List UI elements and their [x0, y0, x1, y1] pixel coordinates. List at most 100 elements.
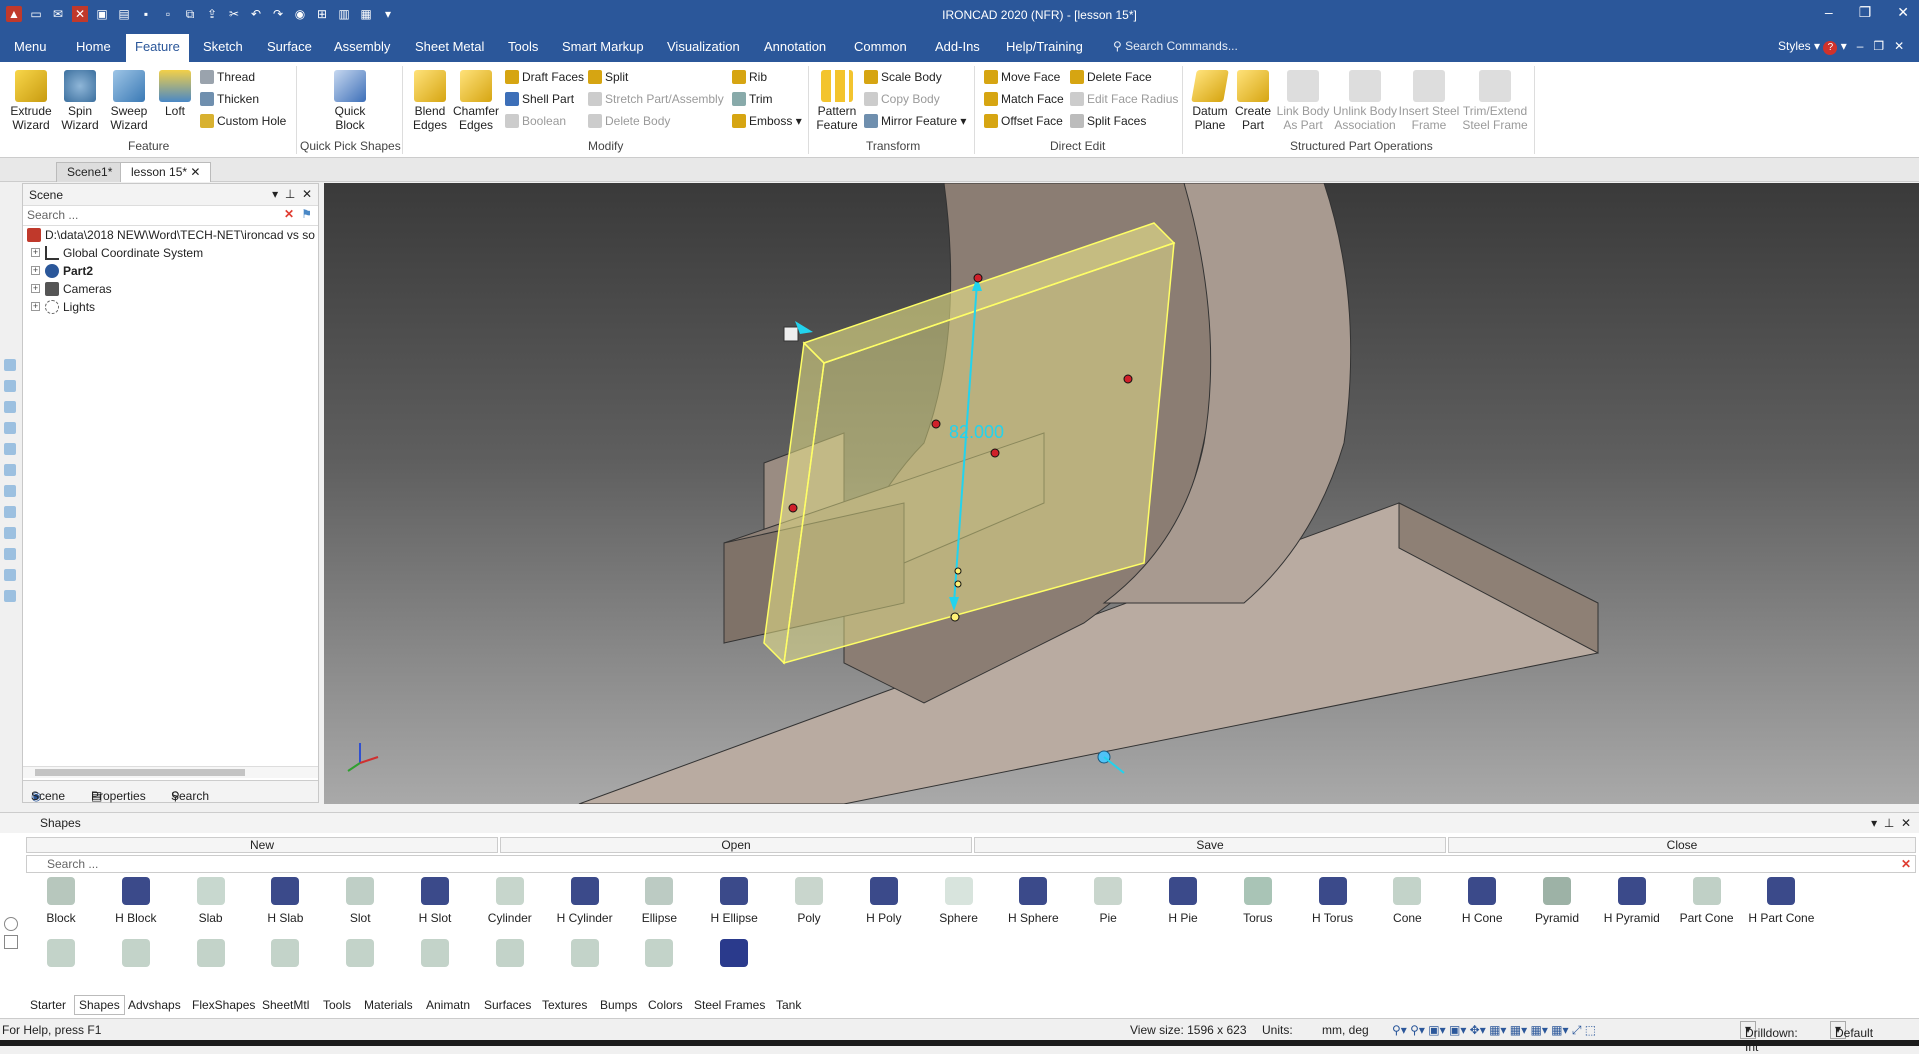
- tool-icon[interactable]: [4, 590, 16, 602]
- tab-annotation[interactable]: Annotation: [764, 39, 826, 54]
- expand-icon[interactable]: +: [31, 266, 40, 275]
- clear-catalog-search-icon[interactable]: ✕: [1901, 857, 1911, 871]
- shell-part-button[interactable]: Shell Part: [505, 92, 574, 106]
- dimension-value[interactable]: 82.000: [949, 422, 1004, 442]
- tool-icon[interactable]: [4, 506, 16, 518]
- thread-button[interactable]: Thread: [200, 70, 255, 84]
- handle-middle[interactable]: [931, 419, 941, 429]
- shape-item[interactable]: Cone: [1372, 877, 1442, 925]
- handle-top[interactable]: [973, 273, 983, 283]
- tab-sheet-metal[interactable]: Sheet Metal: [415, 39, 484, 54]
- expand-icon[interactable]: +: [31, 284, 40, 293]
- shape-item[interactable]: [176, 939, 246, 973]
- default-select[interactable]: Default ▾: [1830, 1021, 1873, 1040]
- rib-button[interactable]: Rib: [732, 70, 767, 84]
- tree-root[interactable]: D:\data\2018 NEW\Word\TECH-NET\ironcad v…: [23, 226, 318, 244]
- shape-item[interactable]: [475, 939, 545, 973]
- draft-faces-button[interactable]: Draft Faces: [505, 70, 584, 84]
- mirror-feature-button[interactable]: Mirror Feature ▾: [864, 114, 966, 128]
- rotate-icon[interactable]: [4, 917, 18, 931]
- shape-item[interactable]: H Cylinder: [550, 877, 620, 925]
- expand-icon[interactable]: +: [31, 248, 40, 257]
- shape-item[interactable]: H Pie: [1148, 877, 1218, 925]
- custom-hole-button[interactable]: Custom Hole: [200, 114, 286, 128]
- shape-item[interactable]: Pie: [1073, 877, 1143, 925]
- drilldown-select[interactable]: Drilldown: Int ▾: [1740, 1021, 1798, 1054]
- tab-smart-markup[interactable]: Smart Markup: [562, 39, 644, 54]
- restore-icon[interactable]: ❐: [1859, 4, 1872, 21]
- tool-icon[interactable]: [4, 359, 16, 371]
- sweep-wizard-button[interactable]: Sweep Wizard: [104, 70, 154, 132]
- handle-bottom-2[interactable]: [954, 580, 962, 588]
- tab-home[interactable]: Home: [76, 39, 111, 54]
- thicken-button[interactable]: Thicken: [200, 92, 259, 106]
- units-value[interactable]: mm, deg: [1322, 1023, 1369, 1037]
- extrude-wizard-button[interactable]: Extrude Wizard: [6, 70, 56, 132]
- shape-item[interactable]: Slab: [176, 877, 246, 925]
- shape-item[interactable]: [624, 939, 694, 973]
- tree-item-global-coordinate-system[interactable]: + Global Coordinate System: [23, 244, 318, 262]
- clear-search-icon[interactable]: ✕: [284, 207, 294, 221]
- tab-sketch[interactable]: Sketch: [203, 39, 243, 54]
- catalog-search-input[interactable]: Search ... ✕: [26, 855, 1916, 873]
- shape-item[interactable]: H Poly: [849, 877, 919, 925]
- tree-item-part2[interactable]: + Part2: [23, 262, 318, 280]
- shape-item[interactable]: H Block: [101, 877, 171, 925]
- tool-icon[interactable]: [4, 464, 16, 476]
- new-catalog-button[interactable]: New: [26, 837, 498, 853]
- pattern-feature-button[interactable]: Pattern Feature: [812, 70, 862, 132]
- tab-help-training[interactable]: Help/Training: [1006, 39, 1083, 54]
- catalog-panel-controls[interactable]: ▾ ⊥ ✕: [1871, 816, 1911, 830]
- lib-tab-tools[interactable]: Tools: [323, 998, 351, 1012]
- delete-face-button[interactable]: Delete Face: [1070, 70, 1152, 84]
- close-tab-icon[interactable]: ✕: [190, 165, 200, 179]
- filter-icon[interactable]: ⚑: [301, 207, 312, 221]
- lib-tab-colors[interactable]: Colors: [648, 998, 683, 1012]
- view-tools[interactable]: ⚲▾ ⚲▾ ▣▾ ▣▾ ✥▾ ▦▾ ▦▾ ▦▾ ▦▾ ⤢ ⬚: [1392, 1023, 1596, 1038]
- handle-bottom-3[interactable]: [950, 612, 960, 622]
- tool-icon[interactable]: [4, 548, 16, 560]
- lib-tab-sheetmtl[interactable]: SheetMtl: [262, 998, 309, 1012]
- light-widget-icon[interactable]: [1097, 750, 1125, 774]
- move-face-button[interactable]: Move Face: [984, 70, 1060, 84]
- tool-icon[interactable]: [4, 422, 16, 434]
- shape-item[interactable]: [26, 939, 96, 973]
- handle-left[interactable]: [788, 503, 798, 513]
- lib-tab-textures[interactable]: Textures: [542, 998, 587, 1012]
- offset-face-button[interactable]: Offset Face: [984, 114, 1063, 128]
- shape-item[interactable]: H Torus: [1298, 877, 1368, 925]
- spin-wizard-button[interactable]: Spin Wizard: [56, 70, 104, 132]
- shape-item[interactable]: H Slab: [250, 877, 320, 925]
- datum-plane-button[interactable]: Datum Plane: [1188, 70, 1232, 132]
- shape-item[interactable]: H Ellipse: [699, 877, 769, 925]
- close-window-icon[interactable]: ✕: [1897, 4, 1909, 21]
- quick-block-button[interactable]: Quick Block: [322, 70, 378, 132]
- scrollbar-thumb[interactable]: [35, 769, 245, 776]
- trim-button[interactable]: Trim: [732, 92, 773, 106]
- pen-icon[interactable]: [4, 935, 18, 949]
- handle-bottom-1[interactable]: [954, 567, 962, 575]
- horizontal-scrollbar[interactable]: [23, 766, 318, 778]
- shape-item[interactable]: [400, 939, 470, 973]
- lib-tab-bumps[interactable]: Bumps: [600, 998, 637, 1012]
- emboss-button[interactable]: Emboss ▾: [732, 114, 802, 128]
- tool-icon[interactable]: [4, 527, 16, 539]
- shape-item[interactable]: Slot: [325, 877, 395, 925]
- lib-tab-surfaces[interactable]: Surfaces: [484, 998, 531, 1012]
- shape-item[interactable]: H Sphere: [998, 877, 1068, 925]
- tab-visualization[interactable]: Visualization: [667, 39, 740, 54]
- shape-item[interactable]: Block: [26, 877, 96, 925]
- shape-item[interactable]: Pyramid: [1522, 877, 1592, 925]
- shape-item[interactable]: [101, 939, 171, 973]
- lib-tab-materials[interactable]: Materials: [364, 998, 413, 1012]
- lib-tab-flexshapes[interactable]: FlexShapes: [192, 998, 255, 1012]
- panel-controls[interactable]: ▾ ⊥ ✕: [272, 187, 312, 201]
- shape-item[interactable]: [250, 939, 320, 973]
- expand-icon[interactable]: +: [31, 302, 40, 311]
- tool-icon[interactable]: [4, 380, 16, 392]
- lib-tab-shapes[interactable]: Shapes: [74, 995, 125, 1015]
- 3d-viewport[interactable]: 82.000: [324, 183, 1919, 804]
- shape-item[interactable]: [550, 939, 620, 973]
- lib-tab-advshaps[interactable]: Advshaps: [128, 998, 181, 1012]
- tab-assembly[interactable]: Assembly: [334, 39, 390, 54]
